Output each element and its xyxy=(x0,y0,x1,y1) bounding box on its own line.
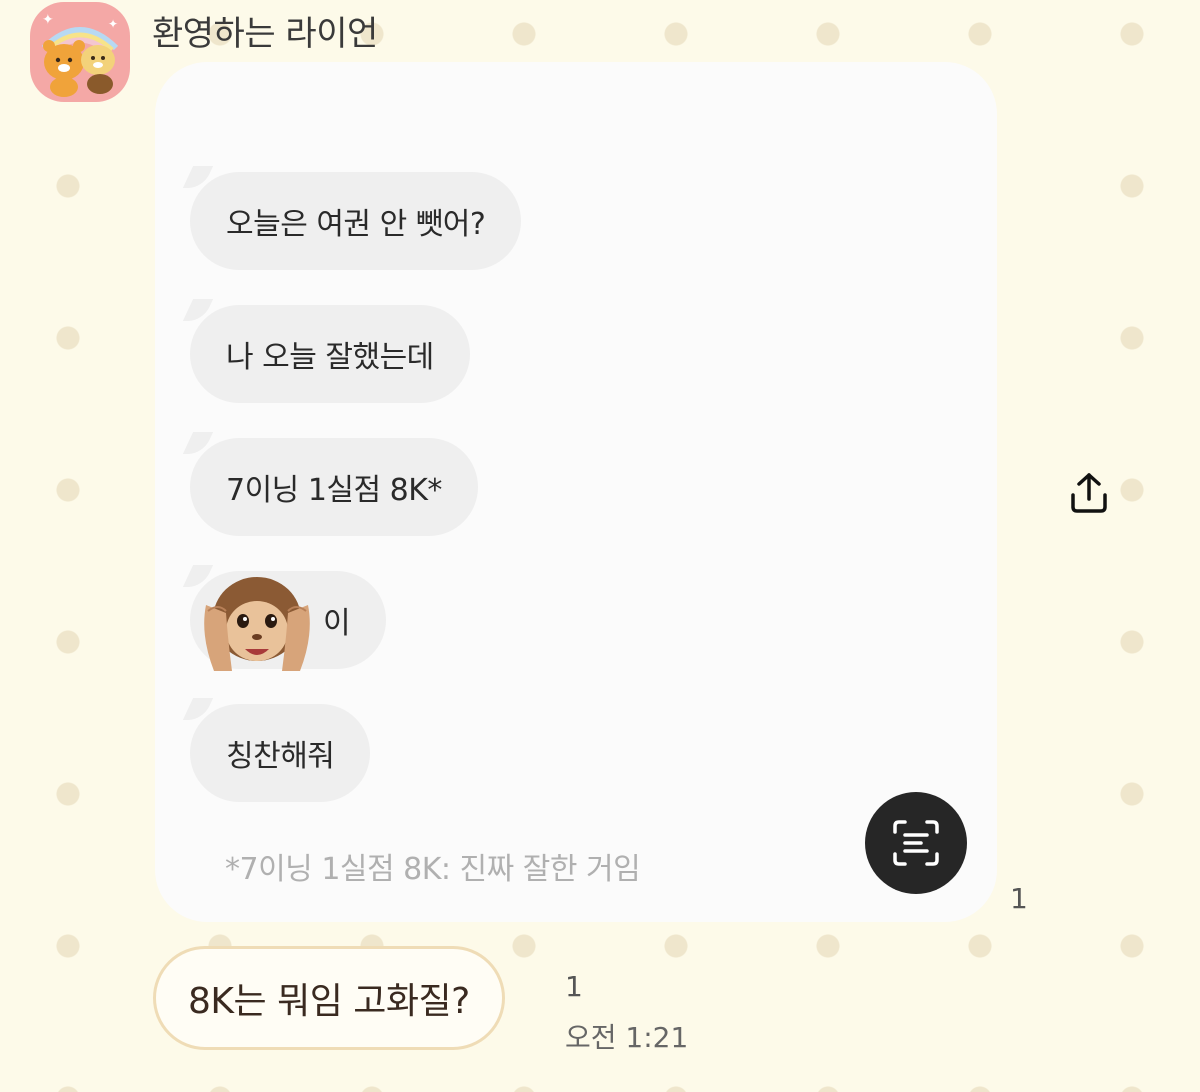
image-chat-bubble: 오늘은 여권 안 뺏어? xyxy=(190,172,522,270)
bubble-text: 7이닝 1실점 8K* xyxy=(226,473,442,508)
sender-name: 환영하는 라이언 xyxy=(152,14,378,54)
ryan-avatar-icon: ✦ ✦ xyxy=(41,12,119,97)
svg-text:✦: ✦ xyxy=(42,12,54,28)
bubble-text: 이 xyxy=(323,606,351,641)
reply-message-bubble[interactable]: 8K는 뭐임 고화질? xyxy=(153,946,505,1050)
image-chat-bubble: 이 xyxy=(190,571,387,671)
svg-text:✦: ✦ xyxy=(108,17,118,31)
image-footnote: *7이닝 1실점 8K: 진짜 잘한 거임 xyxy=(225,852,641,887)
message-timestamp: 오전 1:21 xyxy=(565,1021,689,1054)
bubble-text: 오늘은 여권 안 뺏어? xyxy=(226,207,486,242)
image-chat-bubble: 칭찬해줘 xyxy=(190,704,371,802)
image-chat-bubble: 나 오늘 잘했는데 xyxy=(190,305,470,403)
profile-avatar[interactable]: ✦ ✦ xyxy=(30,2,130,102)
shared-image-message[interactable]: 오늘은 여권 안 뺏어? 나 오늘 잘했는데 7이닝 1실점 8K* 이 칭찬해… xyxy=(155,62,997,922)
share-icon xyxy=(1071,473,1107,513)
text-scan-icon xyxy=(893,820,939,866)
image-chat-bubble: 7이닝 1실점 8K* xyxy=(190,438,478,536)
unread-count: 1 xyxy=(1010,882,1028,915)
share-button[interactable] xyxy=(1062,466,1116,520)
unread-count: 1 xyxy=(565,970,583,1003)
bubble-text: 나 오늘 잘했는데 xyxy=(226,340,434,375)
see-no-evil-monkey-icon xyxy=(204,577,310,671)
text-scan-button[interactable] xyxy=(865,792,967,894)
reply-text: 8K는 뭐임 고화질? xyxy=(188,981,470,1022)
bubble-text: 칭찬해줘 xyxy=(226,739,335,774)
